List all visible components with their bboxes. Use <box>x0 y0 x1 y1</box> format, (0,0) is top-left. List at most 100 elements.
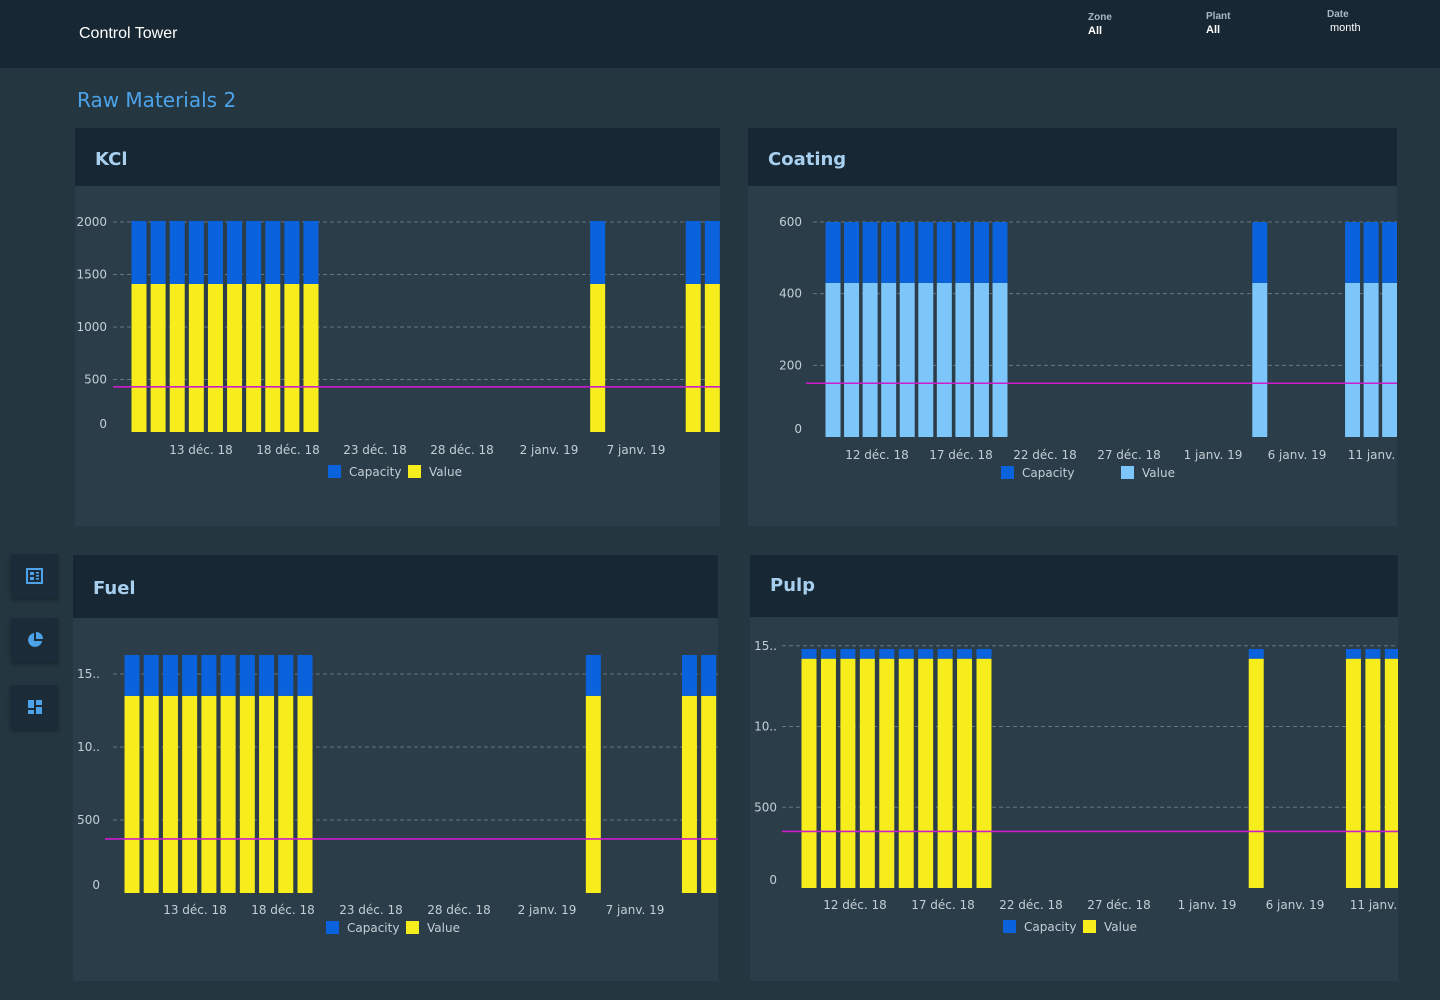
value-bar <box>265 283 281 432</box>
plant-filter-label: Plant <box>1206 11 1231 22</box>
sidebar-report-button[interactable] <box>11 554 58 598</box>
panel-title: KCl <box>95 149 128 170</box>
coating-chart-panel: Coating 600 400 200 0 12 déc. 18 17 déc. 18 22… <box>748 128 1397 526</box>
capacity-bar <box>801 649 817 659</box>
y-tick-label: 0 <box>92 878 100 892</box>
plant-filter-value[interactable]: All <box>1206 24 1230 36</box>
value-bar <box>936 282 952 437</box>
capacity-bar <box>957 649 973 659</box>
legend-capacity-swatch <box>326 921 339 934</box>
capacity-bar <box>937 649 953 659</box>
x-tick-label: 1 janv. 19 <box>1178 898 1237 912</box>
value-bar <box>701 695 717 893</box>
value-bar <box>162 695 178 893</box>
x-tick-label: 7 janv. 19 <box>607 443 666 457</box>
value-bar <box>590 283 606 432</box>
pie-chart-icon <box>27 632 43 647</box>
y-tick-label: 0 <box>794 422 802 436</box>
value-bar <box>898 658 914 888</box>
value-bar <box>801 658 817 888</box>
pulp-chart: 15.. 10.. 500 0 12 déc. 18 17 déc. 18 22 déc. … <box>754 639 1398 934</box>
panel-title: Pulp <box>770 575 816 596</box>
value-bar <box>278 695 294 893</box>
date-filter[interactable]: Date month <box>1327 9 1361 34</box>
capacity-bar <box>955 222 971 283</box>
x-tick-label: 6 janv. 19 <box>1268 448 1327 462</box>
y-tick-label: 15.. <box>77 667 100 681</box>
x-tick-label: 18 déc. 18 <box>256 443 320 457</box>
capacity-bar <box>879 649 895 659</box>
sidebar-dashboard-button[interactable] <box>11 685 58 729</box>
capacity-bar <box>303 220 319 284</box>
value-bar <box>862 282 878 437</box>
legend-value-swatch <box>406 921 419 934</box>
legend-capacity-label: Capacity <box>1022 466 1074 480</box>
y-tick-label: 200 <box>779 358 802 372</box>
value-bar <box>899 282 915 437</box>
capacity-bar <box>918 649 934 659</box>
x-tick-label: 23 déc. 18 <box>339 903 403 917</box>
value-bar <box>1384 658 1398 888</box>
x-tick-label: 28 déc. 18 <box>430 443 494 457</box>
value-bar <box>973 282 989 437</box>
capacity-bar <box>227 220 243 284</box>
value-bar <box>685 283 701 432</box>
value-bar <box>131 283 147 432</box>
capacity-bar <box>297 655 313 696</box>
capacity-bar <box>220 655 236 696</box>
legend-capacity-swatch <box>1001 466 1014 479</box>
y-tick-label: 10.. <box>754 720 777 734</box>
report-icon <box>25 568 43 584</box>
value-bar <box>585 695 601 893</box>
value-bar <box>246 283 262 432</box>
y-tick-label: 500 <box>77 813 100 827</box>
value-bar <box>955 282 971 437</box>
x-tick-label: 7 janv. 19 <box>606 903 665 917</box>
y-tick-label: 500 <box>754 800 777 814</box>
capacity-bar <box>1345 649 1361 659</box>
value-bar <box>297 695 313 893</box>
capacity-bar <box>936 222 952 283</box>
x-tick-label: 11 janv. 19 <box>1350 898 1398 912</box>
y-tick-label: 2000 <box>76 215 107 229</box>
legend-value-swatch <box>408 465 421 478</box>
value-bar <box>1345 282 1361 437</box>
value-bar <box>303 283 319 432</box>
capacity-bar <box>881 222 897 283</box>
app-title: Control Tower <box>79 25 178 42</box>
capacity-bar <box>918 222 934 283</box>
panel-title: Coating <box>768 149 847 170</box>
capacity-bar <box>992 222 1008 283</box>
x-tick-label: 28 déc. 18 <box>427 903 491 917</box>
value-bar <box>976 658 992 888</box>
y-tick-label: 1000 <box>76 320 107 334</box>
legend-capacity-label: Capacity <box>349 465 401 479</box>
value-bar <box>1382 282 1397 437</box>
value-bar <box>859 658 875 888</box>
value-bar <box>201 695 217 893</box>
capacity-bar <box>1363 222 1379 283</box>
capacity-bar <box>898 649 914 659</box>
panel-header: Pulp <box>750 555 1398 617</box>
x-tick-label: 2 janv. 19 <box>520 443 579 457</box>
y-tick-label: 10.. <box>77 740 100 754</box>
legend-capacity-label: Capacity <box>347 921 399 935</box>
plant-filter[interactable]: Plant All <box>1206 11 1230 36</box>
date-filter-value[interactable]: month <box>1330 22 1361 34</box>
value-bar <box>918 282 934 437</box>
value-bar <box>143 695 159 893</box>
x-tick-label: 17 déc. 18 <box>929 448 993 462</box>
legend-value-label: Value <box>1104 920 1137 934</box>
capacity-bar <box>246 220 262 284</box>
x-tick-label: 27 déc. 18 <box>1097 448 1161 462</box>
date-filter-label: Date <box>1327 9 1349 20</box>
sidebar-chart-button[interactable] <box>11 618 58 662</box>
zone-filter[interactable]: Zone All <box>1088 12 1112 37</box>
zone-filter-label: Zone <box>1088 12 1112 23</box>
value-bar <box>1345 658 1361 888</box>
value-bar <box>957 658 973 888</box>
y-tick-label: 0 <box>99 417 107 431</box>
zone-filter-value[interactable]: All <box>1088 25 1112 37</box>
capacity-bar <box>701 655 717 696</box>
x-tick-label: 22 déc. 18 <box>1013 448 1077 462</box>
